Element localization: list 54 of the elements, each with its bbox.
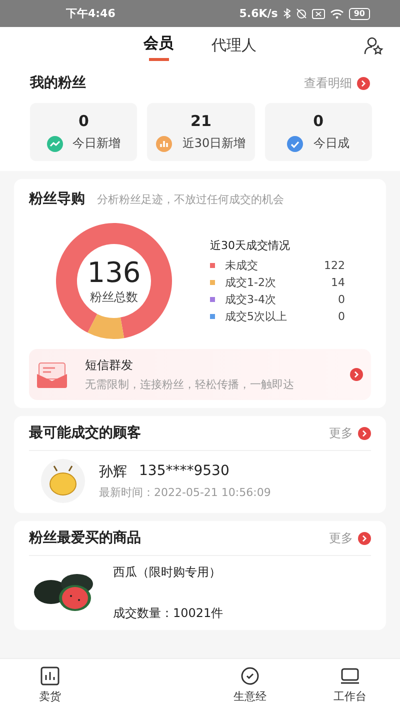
legend-value: 0: [338, 293, 345, 306]
legend-label: 成交1-2次: [225, 275, 277, 290]
legend-label: 成交5次以上: [225, 309, 288, 324]
sms-description: 无需限制，连接粉丝，轻松传播，一触即达: [85, 377, 295, 392]
customer-time: 最新时间：2022-05-21 10:56:09: [99, 484, 271, 500]
sms-banner[interactable]: 短信群发 无需限制，连接粉丝，轻松传播，一触即达: [29, 349, 371, 400]
sms-title: 短信群发: [85, 357, 134, 374]
section-title: 最可能成交的顾客: [29, 424, 141, 442]
section-title: 粉丝导购: [29, 190, 85, 208]
status-time: 下午4:46: [66, 6, 116, 21]
stat-card[interactable]: 0 今日新增: [30, 103, 138, 161]
nav-label[interactable]: 生意经: [234, 689, 266, 704]
chevron-icon[interactable]: [357, 76, 370, 90]
fans-total-label: 粉丝总数: [90, 288, 138, 306]
chevron-icon: [350, 368, 363, 381]
stat-label: 今日成: [313, 135, 350, 152]
legend-title: 近30天成交情况: [210, 238, 291, 253]
tab[interactable]: 代理人: [208, 28, 260, 64]
wifi-icon: [330, 8, 344, 18]
fans-total: 136: [87, 256, 141, 288]
stat-label: 今日新增: [72, 135, 121, 152]
stat-value: 21: [190, 112, 212, 130]
avatar-icon: [41, 459, 85, 503]
legend-value: 0: [338, 310, 345, 323]
legend-label: 成交3-4次: [225, 292, 277, 307]
network-speed: 5.6K/s: [239, 7, 278, 20]
stat-value: 0: [313, 112, 324, 130]
chevron-icon[interactable]: [358, 426, 371, 440]
section-title: 我的粉丝: [30, 74, 86, 92]
sim-icon: [312, 8, 325, 18]
legend-value: 122: [324, 259, 345, 272]
check-circle-icon[interactable]: [240, 666, 260, 686]
product-name: 西瓜（限时购专用）: [113, 564, 222, 581]
stat-label: 近30日新增: [182, 135, 246, 152]
stat-card[interactable]: 21 近30日新增: [147, 103, 255, 161]
customer-phone: 135****9530: [139, 462, 230, 480]
stat-value: 0: [78, 112, 89, 130]
customer-name: 孙辉: [99, 462, 127, 480]
monitor-icon[interactable]: [340, 666, 360, 686]
section-title: 粉丝最爱买的商品: [29, 529, 141, 547]
bar-chart-icon[interactable]: [40, 666, 60, 686]
battery-level: 90: [348, 8, 370, 20]
legend-value: 14: [331, 276, 345, 289]
alarm-icon: [296, 8, 307, 19]
legend-label: 未成交: [225, 258, 259, 273]
bluetooth-icon: [282, 8, 291, 19]
nav-label[interactable]: 卖货: [39, 689, 61, 704]
product-sales: 成交数量：10021件: [113, 605, 224, 622]
envelope-icon: [37, 362, 67, 388]
stat-card[interactable]: 0 今日成: [264, 103, 372, 161]
user-star-icon[interactable]: [364, 36, 384, 56]
nav-label[interactable]: 工作台: [334, 689, 366, 704]
section-subtitle: 分析粉丝足迹，不放过任何成交的机会: [97, 192, 284, 206]
chevron-icon[interactable]: [358, 532, 371, 544]
